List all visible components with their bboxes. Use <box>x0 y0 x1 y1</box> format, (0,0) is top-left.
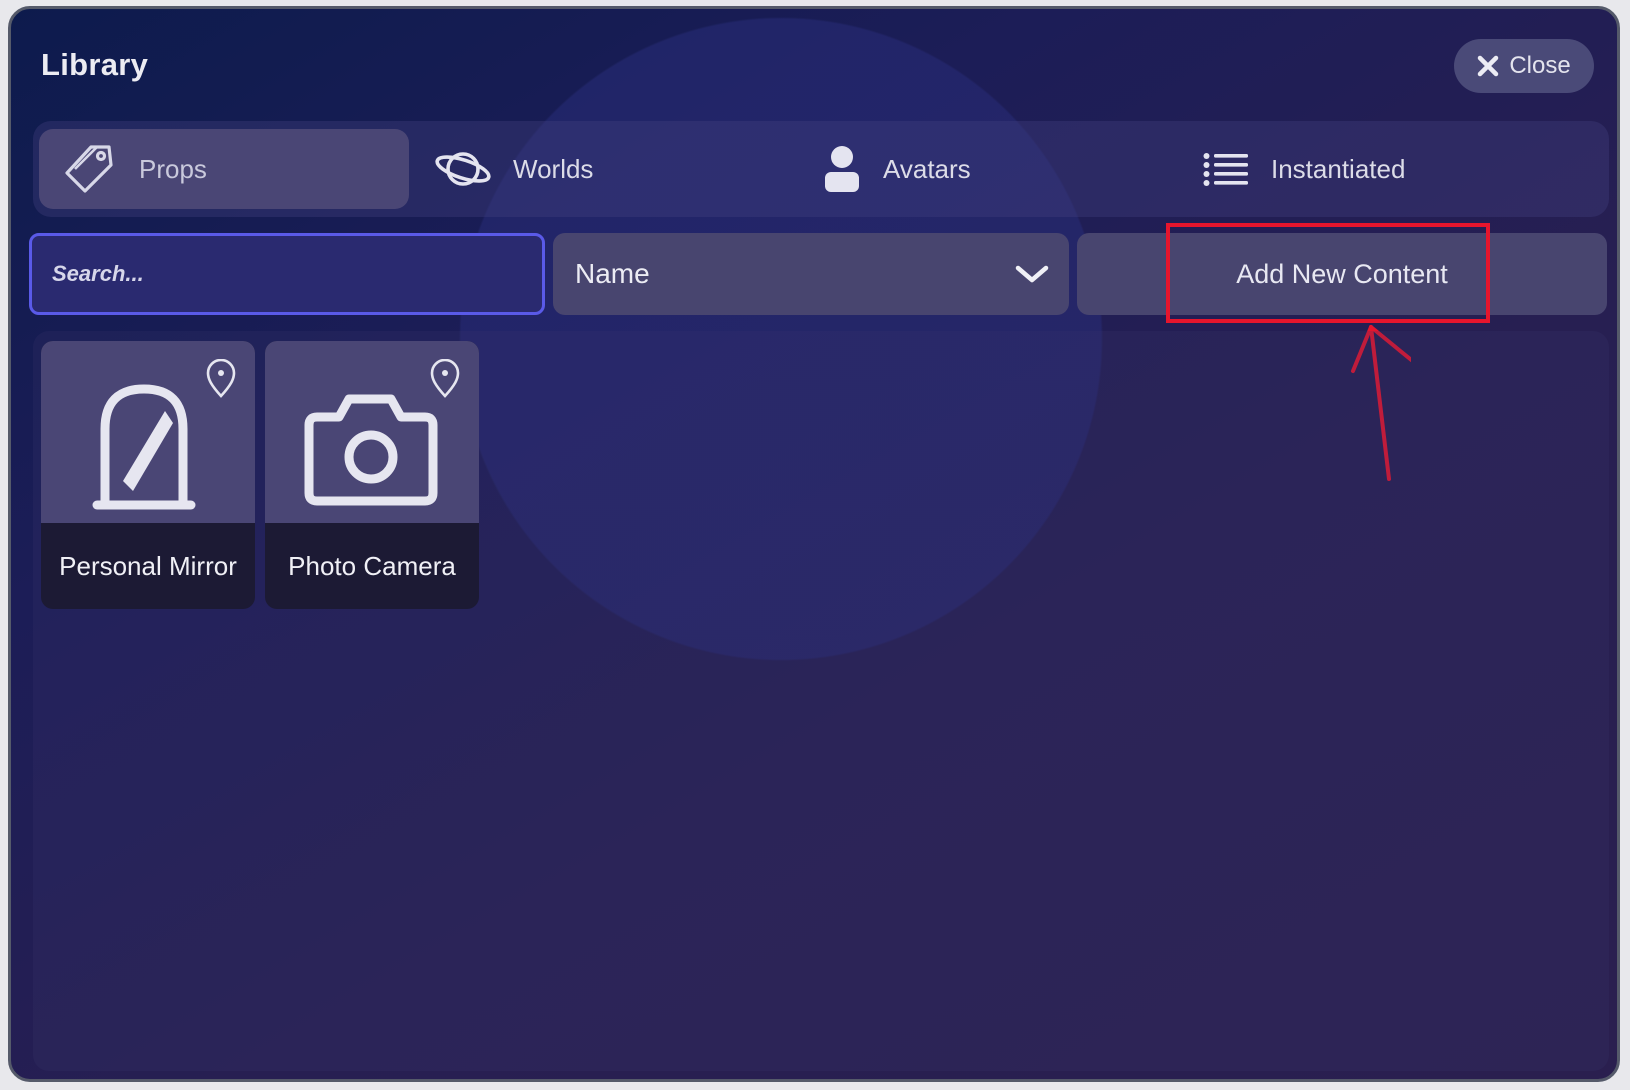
sort-dropdown[interactable]: Name <box>553 233 1069 315</box>
close-label: Close <box>1509 52 1571 79</box>
sort-value: Name <box>575 258 650 289</box>
item-card-photo-camera[interactable]: Photo Camera <box>265 341 479 609</box>
window-title: Library <box>41 47 149 82</box>
close-icon <box>1478 55 1499 77</box>
tab-props-label: Props <box>139 153 207 184</box>
content-grid: Personal Mirror Photo Camera <box>33 331 1609 1071</box>
tab-worlds-label: Worlds <box>513 153 594 184</box>
item-name: Photo Camera <box>288 550 456 581</box>
person-icon <box>825 146 859 192</box>
tag-icon <box>65 145 113 193</box>
tab-instantiated[interactable]: Instantiated <box>1203 129 1583 209</box>
map-pin-icon[interactable] <box>205 359 237 399</box>
planet-icon <box>435 152 491 186</box>
list-icon <box>1203 153 1248 186</box>
tab-instantiated-label: Instantiated <box>1271 153 1406 184</box>
tab-worlds[interactable]: Worlds <box>435 129 795 209</box>
tab-bar: Props Worlds Avatars Instantiated <box>33 121 1609 217</box>
item-name: Personal Mirror <box>59 550 237 581</box>
map-pin-icon[interactable] <box>429 359 461 399</box>
tab-avatars[interactable]: Avatars <box>823 129 1183 209</box>
search-field[interactable] <box>29 233 545 315</box>
library-window: Library Close Props Worlds Avatars Insta… <box>8 6 1620 1082</box>
item-card-personal-mirror[interactable]: Personal Mirror <box>41 341 255 609</box>
close-button[interactable]: Close <box>1454 39 1594 93</box>
search-input[interactable] <box>50 260 542 288</box>
tab-props[interactable]: Props <box>39 129 409 209</box>
chevron-down-icon <box>1015 265 1049 283</box>
annotation-highlight-box <box>1166 223 1490 323</box>
tab-avatars-label: Avatars <box>883 153 971 184</box>
